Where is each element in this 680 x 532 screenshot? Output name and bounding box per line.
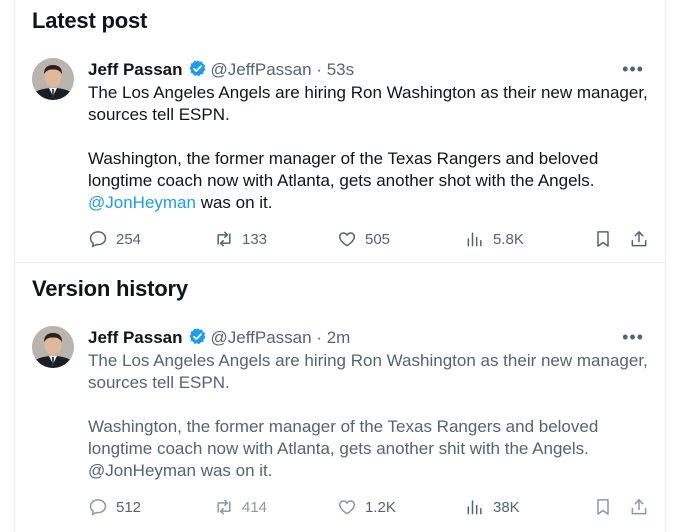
views-icon bbox=[465, 497, 493, 517]
version-history-heading: Version history bbox=[32, 276, 188, 301]
repost-icon bbox=[214, 229, 242, 249]
like-button[interactable]: 505 bbox=[337, 228, 390, 250]
tweet-header: Jeff Passan @JeffPassan · 2m bbox=[88, 327, 350, 352]
verified-badge-icon bbox=[188, 327, 207, 352]
tweet-text: The Los Angeles Angels are hiring Ron Wa… bbox=[88, 82, 648, 214]
more-icon[interactable]: ••• bbox=[622, 58, 644, 80]
verified-badge-icon bbox=[188, 59, 207, 84]
reply-button[interactable]: 254 bbox=[88, 228, 141, 250]
like-count: 505 bbox=[365, 230, 391, 248]
bookmark-button[interactable] bbox=[593, 496, 621, 518]
tweet-text-segment: was on it. bbox=[195, 193, 273, 212]
reply-count: 512 bbox=[116, 498, 142, 516]
author-handle[interactable]: @JeffPassan bbox=[211, 60, 312, 79]
tweet-text: The Los Angeles Angels are hiring Ron Wa… bbox=[88, 350, 648, 482]
tweet-text-segment: Washington, the former manager of the Te… bbox=[88, 417, 599, 458]
like-count: 1.2K bbox=[365, 498, 396, 516]
mention-text: @JonHeyman bbox=[88, 461, 196, 480]
like-button[interactable]: 1.2K bbox=[337, 496, 396, 518]
views-count: 5.8K bbox=[493, 230, 524, 248]
bookmark-icon bbox=[593, 497, 621, 517]
author-handle[interactable]: @JeffPassan bbox=[211, 328, 312, 347]
tweet-text-segment: Washington, the former manager of the Te… bbox=[88, 149, 599, 190]
more-icon[interactable]: ••• bbox=[622, 326, 644, 348]
tweet-paragraph: The Los Angeles Angels are hiring Ron Wa… bbox=[88, 83, 648, 124]
latest-post-heading: Latest post bbox=[32, 8, 148, 33]
mention-link[interactable]: @JonHeyman bbox=[88, 193, 196, 212]
author-name[interactable]: Jeff Passan bbox=[88, 328, 183, 347]
tweet-paragraph: The Los Angeles Angels are hiring Ron Wa… bbox=[88, 351, 648, 392]
author-name[interactable]: Jeff Passan bbox=[88, 60, 183, 79]
reply-icon bbox=[88, 229, 116, 249]
repost-icon bbox=[214, 497, 242, 517]
bookmark-button[interactable] bbox=[593, 228, 621, 250]
repost-count: 133 bbox=[242, 230, 268, 248]
bookmark-icon bbox=[593, 229, 621, 249]
like-icon bbox=[337, 229, 365, 249]
section-divider bbox=[14, 262, 666, 263]
repost-count: 414 bbox=[242, 498, 268, 516]
share-button[interactable] bbox=[629, 228, 657, 250]
share-icon bbox=[629, 229, 657, 249]
avatar[interactable] bbox=[32, 58, 74, 100]
timestamp[interactable]: 2m bbox=[327, 328, 351, 347]
views-button[interactable]: 38K bbox=[465, 496, 520, 518]
repost-button[interactable]: 414 bbox=[214, 496, 267, 518]
tweet-paragraph: Washington, the former manager of the Te… bbox=[88, 148, 648, 214]
views-button[interactable]: 5.8K bbox=[465, 228, 524, 250]
tweet-actions: 254 133 505 5.8K bbox=[88, 228, 648, 250]
like-icon bbox=[337, 497, 365, 517]
tweet-text-segment: was on it. bbox=[195, 461, 273, 480]
reply-count: 254 bbox=[116, 230, 142, 248]
reply-icon bbox=[88, 497, 116, 517]
tweet-header: Jeff Passan @JeffPassan · 53s bbox=[88, 59, 354, 84]
views-count: 38K bbox=[493, 498, 520, 516]
repost-button[interactable]: 133 bbox=[214, 228, 267, 250]
tweet-actions: 512 414 1.2K 38K bbox=[88, 496, 648, 518]
reply-button[interactable]: 512 bbox=[88, 496, 141, 518]
timestamp[interactable]: 53s bbox=[327, 60, 354, 79]
share-icon bbox=[629, 497, 657, 517]
share-button[interactable] bbox=[629, 496, 657, 518]
avatar[interactable] bbox=[32, 326, 74, 368]
views-icon bbox=[465, 229, 493, 249]
tweet-paragraph: Washington, the former manager of the Te… bbox=[88, 416, 648, 482]
